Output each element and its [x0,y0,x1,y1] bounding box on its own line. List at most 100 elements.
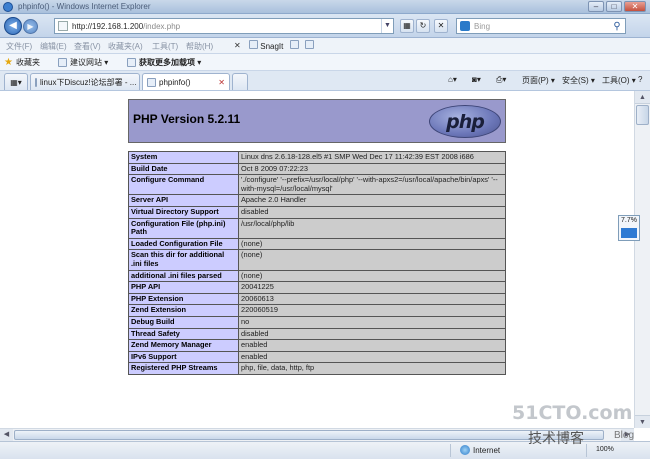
watermark: 51CTO.com 技术博客 Blog [512,402,650,458]
tab-phpinfo[interactable]: phpinfo() ✕ [142,73,230,90]
table-row: Configure Command './configure' '--prefix… [128,174,506,196]
snagit-button[interactable]: SnagIt [249,40,283,51]
menu-bar: 文件(F) 编辑(E) 查看(V) 收藏夹(A) 工具(T) 帮助(H) ✕ S… [0,38,650,54]
search-icon[interactable]: ⚲ [609,21,625,32]
vertical-scroll-thumb[interactable] [636,105,649,125]
row-value: (none) [238,249,506,271]
progress-badge: 7.7% [618,215,640,241]
row-value: /usr/local/php/lib [238,217,506,239]
status-divider [450,444,451,457]
globe-icon [460,445,470,455]
row-key: Registered PHP Streams [128,362,239,375]
progress-fill [621,228,637,238]
row-value: Oct 8 2009 07:22:23 [238,162,506,176]
row-value: Linux dns 2.6.18-128.el5 #1 SMP Wed Dec … [238,151,506,164]
watermark-blog: Blog [614,430,635,441]
page-menu[interactable]: 页面(P) ▾ [522,75,555,86]
menu-favorites[interactable]: 收藏夹(A) [108,41,143,52]
page-icon [58,21,68,31]
table-row: Zend Extension 220060519 [128,304,506,317]
tab-discuz[interactable]: linux下Discuz!论坛部署 - ... [30,73,140,90]
table-row: IPv6 Support enabled [128,350,506,364]
home-button[interactable]: ⌂▾ [448,75,457,84]
table-row: Build Date Oct 8 2009 07:22:23 [128,162,506,176]
row-key: additional .ini files parsed [128,269,239,283]
new-tab-button[interactable] [232,73,248,90]
safety-menu[interactable]: 安全(S) ▾ [562,75,595,86]
favorites-bar: ★ 收藏夹 建议网站 ▾ 获取更多加载项 ▾ [0,54,650,71]
close-menu-icon[interactable]: ✕ [234,41,241,50]
table-row: Virtual Directory Support disabled [128,205,506,219]
quick-tabs-icon[interactable]: ▦▾ [4,73,28,90]
menu-edit[interactable]: 编辑(E) [40,41,67,52]
refresh-icon[interactable]: ↻ [416,19,430,33]
row-key: Build Date [128,162,239,176]
watermark-site: 51CTO.com [512,402,633,424]
favorite-get-addons[interactable]: 获取更多加载项 ▾ [127,57,201,68]
bing-icon [460,21,470,31]
feeds-button[interactable]: ◙▾ [472,75,481,84]
php-logo[interactable]: php [429,105,501,138]
addon-icon [127,58,136,67]
table-row: Thread Safety disabled [128,327,506,341]
search-placeholder: Bing [474,21,491,31]
row-value: no [238,315,506,329]
php-header: PHP Version 5.2.11 php [128,99,506,143]
address-dropdown-icon[interactable]: ▼ [381,19,393,33]
search-input[interactable]: Bing ⚲ [456,18,626,34]
progress-bar [621,228,637,238]
back-button[interactable]: ◀ [4,17,22,35]
page-viewport[interactable]: PHP Version 5.2.11 php System Linux dns 2… [0,91,634,428]
table-row: Loaded Configuration File (none) [128,237,506,251]
window-titlebar: phpinfo() - Windows Internet Explorer – … [0,0,650,14]
vertical-scrollbar[interactable]: ▲ ▼ [634,91,650,428]
row-key: Loaded Configuration File [128,237,239,251]
stop-icon[interactable]: ✕ [434,19,448,33]
url-text: http://192.168.1.200/index.php [72,21,181,31]
close-button[interactable]: ✕ [624,1,646,12]
compat-view-icon[interactable]: ▦ [400,19,414,33]
tab-close-icon[interactable]: ✕ [218,78,225,87]
favorite-suggested-sites[interactable]: 建议网站 ▾ [58,57,108,68]
row-key: Configuration File (php.ini) Path [128,217,239,239]
table-row: Scan this dir for additional .ini files(… [128,249,506,271]
menu-help[interactable]: 帮助(H) [186,41,213,52]
favorite-add-icon [58,58,67,67]
row-value: 20041225 [238,281,506,294]
table-row: PHP API 20041225 [128,281,506,294]
row-value: 220060519 [238,304,506,317]
menu-tools[interactable]: 工具(T) [152,41,178,52]
row-key: Debug Build [128,315,239,329]
help-menu[interactable]: ? [638,75,642,84]
row-key: IPv6 Support [128,350,239,364]
print-button[interactable]: ⎙▾ [496,75,506,85]
row-value: enabled [238,339,506,352]
tools-menu[interactable]: 工具(O) ▾ [602,75,636,86]
tab-strip: ▦▾ linux下Discuz!论坛部署 - ... phpinfo() ✕ ⌂▾… [0,71,650,91]
maximize-button[interactable]: □ [606,1,622,12]
row-key: Virtual Directory Support [128,205,239,219]
tab-page-icon [35,77,37,87]
snagit-extra-icon[interactable] [290,40,299,51]
row-value: disabled [238,327,506,341]
scroll-up-icon[interactable]: ▲ [635,91,650,104]
snagit-icon [249,40,258,49]
table-row: additional .ini files parsed (none) [128,269,506,283]
tab-page-icon [147,77,156,87]
snagit-window-icon[interactable] [305,40,314,51]
row-key: System [128,151,239,164]
scroll-left-icon[interactable]: ◀ [0,429,13,441]
row-value: enabled [238,350,506,364]
address-input[interactable]: http://192.168.1.200/index.php ▼ [54,18,394,34]
ie-logo-icon [3,2,13,12]
menu-view[interactable]: 查看(V) [74,41,101,52]
favorites-button[interactable]: ★ 收藏夹 [4,57,40,68]
security-zone[interactable]: Internet [460,445,500,455]
star-icon: ★ [4,57,13,68]
table-row: Server API Apache 2.0 Handler [128,194,506,207]
menu-file[interactable]: 文件(F) [6,41,32,52]
row-value: 20060613 [238,292,506,306]
row-value: (none) [238,237,506,251]
forward-button[interactable]: ▶ [23,19,38,34]
minimize-button[interactable]: – [588,1,604,12]
